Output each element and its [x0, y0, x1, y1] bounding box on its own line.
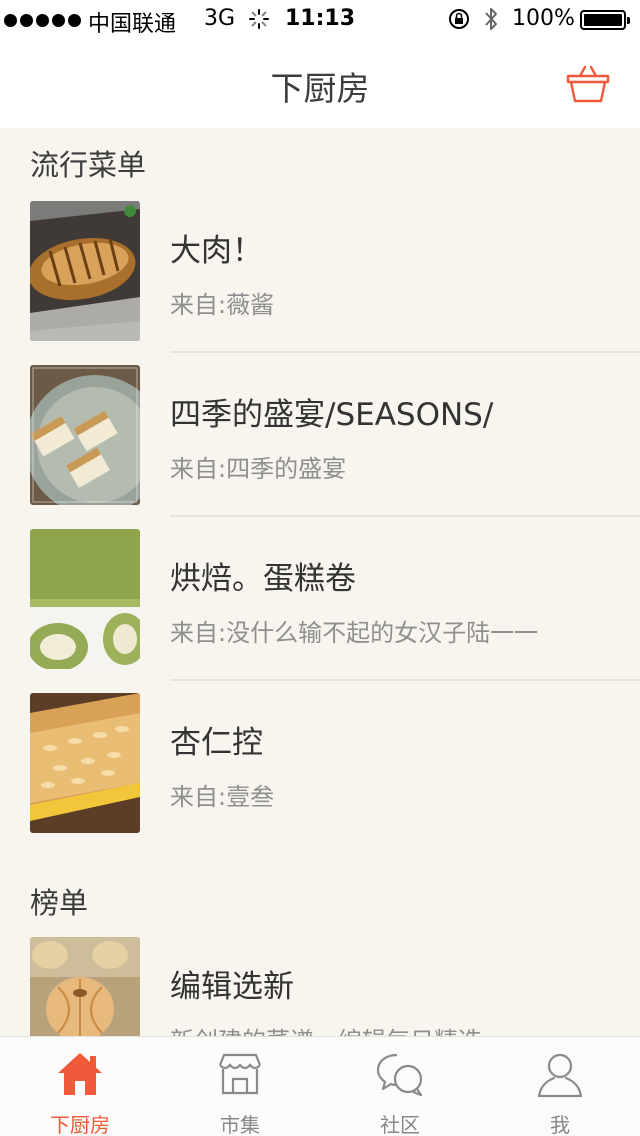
tab-label: 我	[550, 1113, 570, 1136]
list-item[interactable]: 烘焙。蛋糕卷 来自:没什么输不起的女汉子陆一一	[0, 529, 640, 693]
tab-home[interactable]: 下厨房	[0, 1037, 160, 1136]
tab-label: 市集	[220, 1113, 260, 1136]
chat-bubbles-icon	[376, 1053, 423, 1097]
tab-me[interactable]: 我	[480, 1037, 640, 1136]
list-item[interactable]: 杏仁控 来自:壹叁	[0, 693, 640, 857]
basket-icon[interactable]	[566, 64, 610, 104]
tab-bar: 下厨房 市集 社区 我	[0, 1036, 640, 1136]
bluetooth-icon	[485, 8, 497, 30]
item-title: 杏仁控	[170, 725, 263, 761]
tab-label: 下厨房	[50, 1113, 110, 1136]
item-author: 来自:薇酱	[170, 291, 275, 319]
top-bar: 中国联通 3G 11:13 100% 下厨房	[0, 0, 640, 128]
item-title: 编辑选新	[170, 969, 294, 1005]
page-title: 下厨房	[270, 69, 370, 108]
battery-percent: 100%	[512, 6, 575, 31]
list-item[interactable]: 大肉！ 来自:薇酱	[0, 201, 640, 365]
recipe-thumbnail	[30, 693, 140, 833]
tab-label: 社区	[380, 1113, 420, 1136]
battery-icon	[580, 10, 630, 30]
tab-community[interactable]: 社区	[320, 1037, 480, 1136]
rotation-lock-icon	[449, 9, 469, 29]
list-item[interactable]: 四季的盛宴/SEASONS/ 来自:四季的盛宴	[0, 365, 640, 529]
item-title: 大肉！	[170, 233, 263, 269]
store-icon	[218, 1053, 262, 1095]
section-title-popular-menus: 流行菜单	[30, 148, 147, 182]
tab-market[interactable]: 市集	[160, 1037, 320, 1136]
divider	[170, 679, 640, 681]
divider	[170, 351, 640, 353]
recipe-thumbnail	[30, 201, 140, 341]
item-author: 来自:没什么输不起的女汉子陆一一	[170, 619, 539, 647]
item-author: 来自:壹叁	[170, 783, 275, 811]
item-title: 烘焙。蛋糕卷	[170, 561, 356, 597]
home-icon	[58, 1053, 102, 1095]
recipe-thumbnail	[30, 365, 140, 505]
section-title-rankings: 榜单	[30, 886, 89, 920]
divider	[170, 515, 640, 517]
item-author: 来自:四季的盛宴	[170, 455, 347, 483]
status-bar: 中国联通 3G 11:13 100%	[0, 0, 640, 40]
profile-icon	[537, 1053, 583, 1098]
recipe-thumbnail	[30, 529, 140, 669]
app-screen: 中国联通 3G 11:13 100% 下厨房 流行菜单 大肉！ 来自:薇酱 四季…	[0, 0, 640, 1136]
item-title: 四季的盛宴/SEASONS/	[170, 397, 494, 433]
